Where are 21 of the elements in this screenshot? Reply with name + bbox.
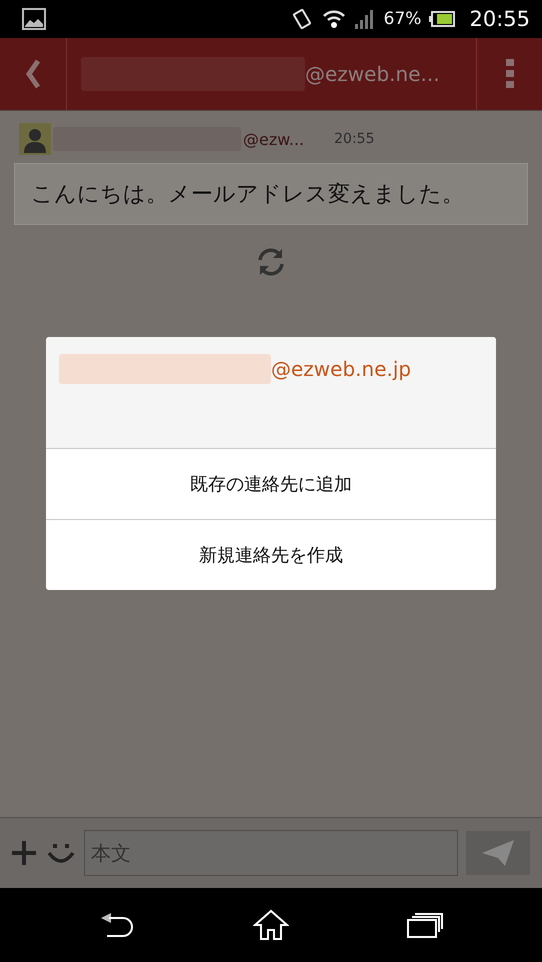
avatar-icon	[19, 123, 51, 155]
battery-percent: 67%	[384, 9, 422, 29]
chevron-icon	[25, 59, 41, 89]
message-input[interactable]: 本文	[84, 830, 458, 876]
smiley-icon[interactable]	[46, 841, 76, 865]
recent-apps-icon[interactable]	[407, 912, 443, 938]
send-button[interactable]	[466, 831, 530, 875]
home-icon[interactable]	[253, 909, 289, 941]
plus-icon[interactable]	[10, 839, 38, 867]
back-icon[interactable]	[99, 912, 135, 938]
sender-address: @ezw...	[243, 130, 304, 148]
clock: 20:55	[469, 7, 530, 31]
overflow-icon	[506, 59, 514, 89]
dialog-address: @ezweb.ne.jp	[271, 357, 412, 381]
picture-icon	[22, 8, 46, 30]
signal-icon	[354, 8, 376, 30]
message-time: 20:55	[334, 131, 374, 147]
battery-icon	[429, 11, 456, 27]
message-text: こんにちは。メールアドレス変えました。	[31, 181, 464, 209]
contact-address: @ezweb.ne...	[305, 62, 440, 86]
paper-plane-icon	[481, 839, 515, 867]
